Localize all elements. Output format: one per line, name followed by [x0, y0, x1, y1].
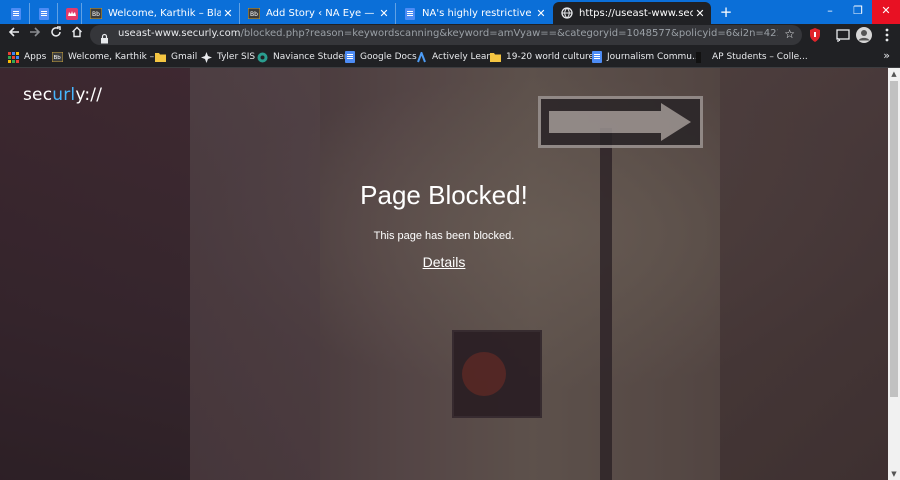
bookmarks-bar: Apps Bb Welcome, Karthik –... Gmail Tyle…: [0, 46, 900, 68]
tab-crown[interactable]: [58, 3, 82, 24]
bookmark-journalism[interactable]: Journalism Commu...: [591, 49, 701, 65]
close-tab-icon[interactable]: ✕: [221, 7, 235, 20]
reload-button[interactable]: [46, 25, 66, 45]
profile-avatar[interactable]: [855, 26, 873, 44]
tab-title: https://useast-www.securly.com/: [579, 7, 693, 19]
google-docs-icon: [10, 7, 22, 20]
tab-firewall-doc[interactable]: NA's highly restrictive firewall - G ✕: [396, 3, 552, 24]
google-docs-icon: [344, 51, 355, 63]
tab-blackboard[interactable]: Bb Welcome, Karthik – Blackboard L ✕: [82, 3, 240, 24]
bookmark-world-culture[interactable]: 19-20 world culture...: [490, 49, 603, 65]
background-overlay: [0, 68, 888, 480]
college-board-icon: [696, 51, 707, 63]
details-link-wrapper: Details: [0, 254, 888, 270]
tab-wordpress[interactable]: Bb Add Story ‹ NA Eye — WordPress ✕: [240, 3, 396, 24]
bookmark-label: Actively Learn: [432, 52, 496, 62]
google-docs-icon: [404, 7, 416, 20]
forward-button[interactable]: [25, 25, 45, 45]
address-bar[interactable]: useast-www.securly.com/blocked.php?reaso…: [90, 25, 802, 45]
blackboard-icon: Bb: [248, 8, 260, 20]
globe-icon: [561, 7, 573, 19]
tab-title: Add Story ‹ NA Eye — WordPress: [266, 8, 377, 19]
bookmark-label: 19-20 world culture...: [506, 52, 603, 62]
logo-text-prefix: sec: [23, 85, 53, 105]
google-docs-icon: [38, 7, 50, 20]
close-tab-icon[interactable]: ✕: [693, 7, 707, 20]
url-path: /blocked.php?reason=keywordscanning&keyw…: [240, 28, 778, 39]
bookmark-label: Journalism Commu...: [607, 52, 701, 62]
bookmark-label: Apps: [24, 52, 47, 62]
actively-learn-icon: [416, 51, 427, 63]
tab-securly-active[interactable]: https://useast-www.securly.com/ ✕: [553, 2, 711, 24]
bookmark-actively-learn[interactable]: Actively Learn: [416, 49, 496, 65]
securly-logo: securly://: [23, 85, 102, 105]
close-window-button[interactable]: ✕: [872, 0, 900, 24]
tab-title: Welcome, Karthik – Blackboard L: [108, 8, 221, 19]
bookmark-label: Welcome, Karthik –...: [68, 52, 163, 62]
lock-icon[interactable]: [99, 29, 110, 44]
page-title: Page Blocked!: [360, 180, 528, 210]
cast-icon[interactable]: [834, 26, 852, 44]
svg-text:Bb: Bb: [250, 11, 258, 18]
bookmark-label: AP Students – Colle...: [712, 52, 808, 62]
svg-text:Bb: Bb: [92, 11, 100, 18]
bookmark-gmail[interactable]: Gmail: [155, 49, 197, 65]
new-tab-button[interactable]: +: [716, 3, 736, 21]
reload-icon: [51, 26, 61, 37]
page-scrollbar[interactable]: ▲ ▼: [888, 68, 900, 480]
home-icon: [72, 26, 82, 38]
menu-kebab-icon[interactable]: [878, 26, 896, 44]
bookmark-label: Naviance Student: [273, 52, 354, 62]
blocked-page: securly:// Page Blocked! This page has b…: [0, 68, 888, 480]
tab-title: NA's highly restrictive firewall - G: [422, 8, 534, 19]
url-host: useast-www.securly.com: [118, 28, 241, 39]
close-tab-icon[interactable]: ✕: [377, 7, 391, 20]
home-button[interactable]: [67, 25, 87, 45]
blackboard-icon: Bb: [52, 52, 63, 63]
scroll-up-icon[interactable]: ▲: [888, 68, 900, 80]
minimize-button[interactable]: –: [816, 0, 844, 24]
folder-icon: [490, 52, 501, 63]
scroll-down-icon[interactable]: ▼: [888, 468, 900, 480]
browser-toolbar: useast-www.securly.com/blocked.php?reaso…: [0, 24, 900, 46]
url-text[interactable]: useast-www.securly.com/blocked.php?reaso…: [118, 28, 778, 42]
bookmark-label: Gmail: [171, 52, 198, 62]
blackboard-icon: Bb: [90, 8, 102, 20]
tab-strip: Bb Welcome, Karthik – Blackboard L ✕ Bb …: [0, 0, 900, 24]
bookmark-blackboard[interactable]: Bb Welcome, Karthik –...: [52, 49, 163, 65]
maximize-button[interactable]: ❐: [844, 0, 872, 24]
blocked-message: This page has been blocked.: [373, 230, 515, 242]
bookmark-star-icon[interactable]: ☆: [784, 27, 795, 41]
bookmark-label: Tyler SIS: [217, 52, 256, 62]
details-link[interactable]: Details: [423, 254, 466, 270]
tab-docs-2[interactable]: [30, 3, 58, 24]
close-tab-icon[interactable]: ✕: [534, 7, 548, 20]
naviance-icon: [257, 52, 268, 63]
folder-icon: [155, 52, 166, 63]
tyler-sis-icon: [201, 51, 212, 63]
crown-icon: [66, 7, 78, 20]
arrow-right-icon: [30, 27, 41, 37]
arrow-left-icon: [8, 27, 19, 37]
back-button[interactable]: [4, 25, 24, 45]
bookmark-tyler-sis[interactable]: Tyler SIS: [201, 49, 255, 65]
apps-grid-icon: [8, 51, 19, 63]
tab-docs-1[interactable]: [2, 3, 30, 24]
logo-text-accent: url: [52, 85, 76, 105]
bookmark-ap-students[interactable]: AP Students – Colle...: [696, 49, 808, 65]
google-docs-icon: [591, 51, 602, 63]
bookmark-label: Google Docs: [360, 52, 417, 62]
adblock-extension-icon[interactable]: [806, 26, 824, 44]
svg-text:Bb: Bb: [54, 55, 62, 61]
bookmarks-overflow-button[interactable]: »: [883, 49, 890, 62]
bookmark-naviance[interactable]: Naviance Student: [257, 49, 353, 65]
scrollbar-thumb[interactable]: [890, 81, 898, 397]
logo-text-suffix: y://: [75, 85, 103, 105]
bookmark-google-docs[interactable]: Google Docs: [344, 49, 417, 65]
bookmark-apps[interactable]: Apps: [8, 49, 46, 65]
